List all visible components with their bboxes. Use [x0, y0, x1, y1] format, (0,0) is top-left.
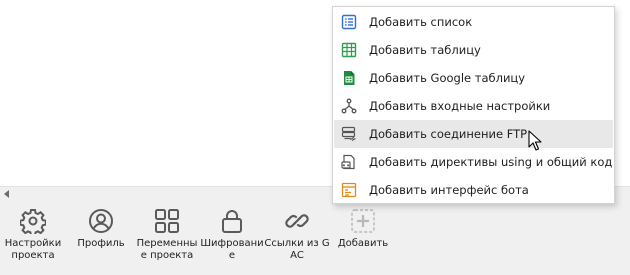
menu-item-label: Добавить соединение FTP [369, 127, 528, 141]
profile-label: Профиль [77, 238, 125, 249]
link-icon [285, 214, 309, 228]
encryption-label: Шифрование [200, 238, 264, 261]
add-icon [351, 209, 375, 233]
menu-item-add-input-settings[interactable]: Добавить входные настройки [334, 92, 613, 120]
add-label: Добавить [337, 238, 389, 249]
input-settings-icon [341, 98, 357, 114]
menu-item-label: Добавить список [369, 15, 473, 29]
gac-links-button[interactable]: Ссылки из GAC [264, 208, 330, 262]
variables-grid-icon [155, 209, 179, 233]
menu-item-add-ftp-connection[interactable]: Добавить соединение FTP [334, 120, 613, 148]
gear-icon [20, 209, 46, 234]
bot-interface-icon [341, 182, 357, 198]
profile-icon [89, 209, 113, 233]
menu-item-label: Добавить директивы using и общий код [369, 155, 613, 169]
project-variables-button[interactable]: Переменные проекта [134, 208, 200, 262]
project-variables-label: Переменные проекта [136, 238, 198, 261]
menu-item-add-using-directives[interactable]: Добавить директивы using и общий код [334, 148, 613, 176]
gac-links-label: Ссылки из GAC [264, 238, 330, 261]
project-settings-button[interactable]: Настройки проекта [0, 208, 66, 262]
bottom-toolbar: Настройки проекта Профиль Переменные про… [0, 200, 630, 275]
project-settings-label: Настройки проекта [4, 238, 62, 261]
table-icon [341, 42, 357, 58]
add-dropdown-menu: Добавить список Добавить таблицу Добавит… [332, 6, 615, 204]
code-directives-icon [341, 154, 355, 170]
menu-item-label: Добавить входные настройки [369, 99, 551, 113]
lock-icon [222, 210, 242, 233]
menu-item-add-bot-interface[interactable]: Добавить интерфейс бота [334, 176, 613, 204]
menu-item-label: Добавить интерфейс бота [369, 183, 529, 197]
menu-item-add-table[interactable]: Добавить таблицу [334, 36, 613, 64]
google-sheets-icon [344, 71, 355, 85]
scroll-left-arrow-icon[interactable] [4, 190, 9, 198]
profile-button[interactable]: Профиль [68, 208, 134, 250]
menu-item-add-google-sheet[interactable]: Добавить Google таблицу [334, 64, 613, 92]
menu-item-label: Добавить таблицу [369, 43, 481, 57]
mouse-cursor-icon [528, 130, 542, 151]
list-icon [341, 14, 357, 30]
ftp-connection-icon [341, 126, 356, 142]
menu-item-add-list[interactable]: Добавить список [334, 8, 613, 36]
add-button[interactable]: Добавить [330, 208, 396, 250]
menu-item-label: Добавить Google таблицу [369, 71, 526, 85]
encryption-button[interactable]: Шифрование [199, 208, 265, 262]
